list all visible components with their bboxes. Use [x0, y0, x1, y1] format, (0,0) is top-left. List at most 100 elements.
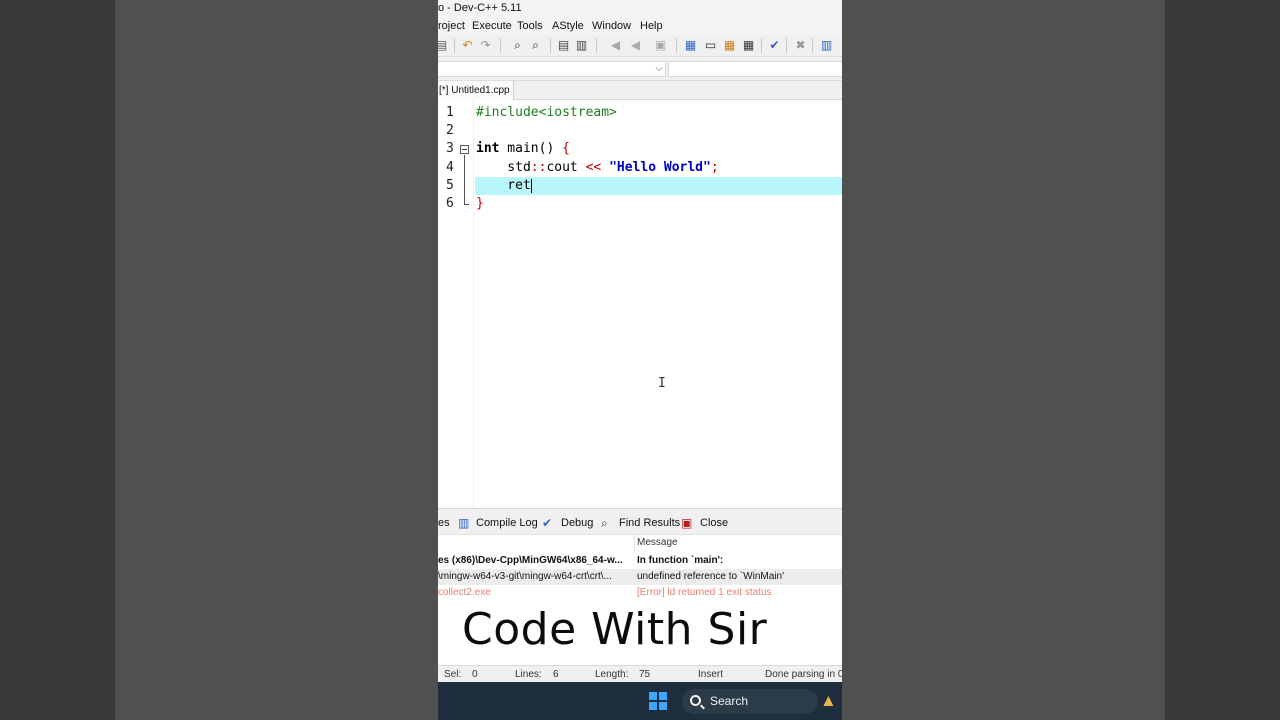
bottom-tabs: es ▥ Compile Log ✔ Debug ⌕ Find Results …: [438, 508, 842, 535]
code-text: cout: [546, 160, 586, 175]
brace: {: [562, 141, 570, 156]
semicolon: ;: [710, 160, 719, 175]
indent-icon[interactable]: ▤: [556, 38, 571, 53]
overlay-caption: Code With Sir: [462, 604, 768, 655]
operator: <<: [585, 160, 602, 175]
code-text: ret: [476, 178, 531, 193]
find-icon[interactable]: ⌕: [510, 38, 525, 53]
toolbar-separator: [596, 38, 597, 53]
debug-icon: ✔: [542, 516, 553, 530]
toggle-bookmark-icon[interactable]: ▣: [653, 38, 668, 53]
message-text: In function `main':: [637, 555, 724, 566]
undo-icon[interactable]: ↶: [460, 38, 475, 53]
menu-bar: roject Execute Tools AStyle Window Help: [438, 17, 842, 35]
unindent-icon[interactable]: ▥: [574, 38, 589, 53]
line-number: 2: [446, 123, 454, 138]
line-number: 5: [446, 178, 454, 193]
message-text: [Error] ld returned 1 exit status: [637, 587, 772, 598]
tab-find-results[interactable]: Find Results: [619, 517, 680, 529]
redo-icon[interactable]: ↷: [478, 38, 493, 53]
tab-untitled1[interactable]: [*] Untitled1.cpp: [438, 81, 514, 100]
status-lines-label: Lines:: [515, 669, 542, 680]
line-number: 1: [446, 105, 454, 120]
tab-resources[interactable]: es: [438, 517, 450, 529]
class-browser-icon[interactable]: ▦: [683, 38, 698, 53]
status-parse: Done parsing in 0: [765, 669, 842, 680]
status-bar: Sel: 0 Lines: 6 Length: 75 Insert Done p…: [438, 665, 842, 682]
tab-compile-log[interactable]: Compile Log: [476, 517, 538, 529]
window-icon[interactable]: ▭: [703, 38, 718, 53]
close-icon: ▣: [681, 516, 693, 530]
windows-start-icon[interactable]: [649, 692, 668, 711]
code-line-6: }: [476, 196, 484, 211]
member-combo[interactable]: [668, 61, 842, 77]
search-icon: [690, 695, 701, 706]
compile-log-icon: ▥: [458, 516, 470, 530]
chart-icon[interactable]: ▥: [819, 38, 834, 53]
status-sel-value: 0: [472, 669, 478, 680]
fold-line: [464, 155, 465, 205]
grid-icon[interactable]: ▦: [741, 38, 756, 53]
taskbar-search[interactable]: Search: [682, 689, 818, 714]
search-label: Search: [710, 694, 749, 708]
message-file: collect2.exe: [438, 587, 491, 598]
message-text: undefined reference to `WinMain': [637, 571, 784, 582]
menu-project[interactable]: roject: [438, 20, 465, 32]
toolbar-separator: [454, 38, 455, 53]
tab-close[interactable]: Close: [700, 517, 728, 529]
toolbar-separator: [500, 38, 501, 53]
check-icon[interactable]: ✔: [767, 38, 782, 53]
close-x-icon[interactable]: ✖: [793, 38, 808, 53]
tab-debug[interactable]: Debug: [561, 517, 593, 529]
message-row[interactable]: es (x86)\Dev-Cpp\MinGW64\x86_64-w... In …: [438, 553, 842, 569]
text-caret: [530, 178, 532, 193]
toolbar-separator: [761, 38, 762, 53]
right-blur-panel: [842, 0, 1165, 720]
operator: ::: [530, 160, 547, 175]
layout-icon[interactable]: ▦: [722, 38, 737, 53]
code-text: main(): [499, 141, 563, 156]
line-number: 4: [446, 160, 454, 175]
toolbar-separator: [676, 38, 677, 53]
menu-execute[interactable]: Execute: [472, 20, 512, 32]
window-title: o - Dev-C++ 5.11: [438, 0, 842, 17]
left-blur-panel: [115, 0, 438, 720]
code-line-5: ret: [476, 177, 532, 195]
left-background: [0, 0, 115, 720]
bookmark-prev-icon[interactable]: ◀: [608, 38, 623, 53]
message-row[interactable]: \mingw-w64-v3-git\mingw-w64-crt\crt\... …: [438, 569, 842, 585]
code-line-4: std::cout << "Hello World";: [476, 159, 719, 177]
status-length-value: 75: [639, 669, 651, 680]
ibeam-cursor-icon: I: [658, 376, 666, 391]
menu-tools[interactable]: Tools: [517, 20, 543, 32]
status-mode: Insert: [698, 669, 724, 680]
menu-help[interactable]: Help: [640, 20, 663, 32]
chevron-down-icon[interactable]: ⌵: [655, 62, 663, 76]
toolbar-separator: [550, 38, 551, 53]
message-file: es (x86)\Dev-Cpp\MinGW64\x86_64-w...: [438, 555, 623, 566]
wizard-app-icon[interactable]: ▲: [820, 690, 842, 712]
string-literal: "Hello World": [609, 160, 711, 175]
replace-icon[interactable]: ⌕: [528, 38, 543, 53]
menu-astyle[interactable]: AStyle: [552, 20, 584, 32]
keyword: int: [476, 141, 500, 156]
line-number: 6: [446, 196, 454, 211]
fold-end: [464, 204, 469, 205]
right-background: [1165, 0, 1280, 720]
toolbar-separator: [812, 38, 813, 53]
status-length-label: Length:: [595, 669, 629, 680]
message-row[interactable]: collect2.exe [Error] ld returned 1 exit …: [438, 585, 842, 601]
new-file-icon[interactable]: ▤: [438, 38, 449, 53]
code-text: std: [476, 160, 531, 175]
menu-window[interactable]: Window: [592, 20, 631, 32]
bookmark-next-icon[interactable]: ◀: [628, 38, 643, 53]
class-combo[interactable]: ⌵: [438, 61, 666, 77]
fold-collapse-icon[interactable]: [460, 145, 469, 154]
message-column-header: Message: [637, 537, 678, 548]
code-line-1: #include<iostream>: [476, 105, 617, 120]
message-file: \mingw-w64-v3-git\mingw-w64-crt\crt\...: [438, 571, 612, 582]
find-results-icon: ⌕: [601, 516, 608, 530]
toolbar-separator: [786, 38, 787, 53]
code-line-3: int main() {: [476, 140, 570, 158]
